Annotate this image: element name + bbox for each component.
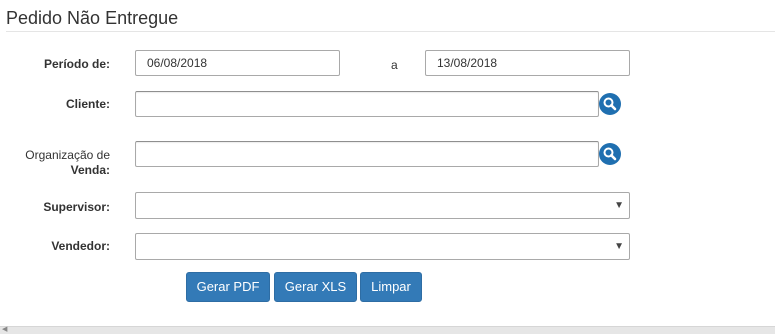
title-divider xyxy=(6,31,775,32)
limpar-button[interactable]: Limpar xyxy=(360,272,422,302)
supervisor-select[interactable]: ▼ xyxy=(135,192,630,219)
organizacao-label-line1: Organização de xyxy=(25,148,110,162)
cliente-label: Cliente: xyxy=(65,97,110,111)
search-icon[interactable] xyxy=(599,143,621,165)
chevron-down-icon: ▼ xyxy=(614,241,624,252)
vendedor-select[interactable]: ▼ xyxy=(135,233,630,260)
periodo-label: Período de: xyxy=(43,57,110,71)
supervisor-label: Supervisor: xyxy=(43,200,110,214)
search-icon[interactable] xyxy=(599,93,621,115)
horizontal-scrollbar[interactable]: ◀ xyxy=(0,326,775,334)
organizacao-input[interactable] xyxy=(135,141,599,167)
gerar-pdf-button[interactable]: Gerar PDF xyxy=(186,272,270,302)
arrow-left-icon[interactable]: ◀ xyxy=(2,326,7,334)
page-title: Pedido Não Entregue xyxy=(6,8,179,28)
periodo-de-input[interactable]: 06/08/2018 xyxy=(135,50,340,76)
periodo-ate-input[interactable]: 13/08/2018 xyxy=(425,50,630,76)
vendedor-label: Vendedor: xyxy=(51,239,110,253)
organizacao-label-line2: Venda: xyxy=(70,163,110,177)
cliente-input[interactable] xyxy=(135,91,599,117)
gerar-xls-button[interactable]: Gerar XLS xyxy=(274,272,357,302)
periodo-separator: a xyxy=(391,58,398,72)
organizacao-label: Organização de Venda: xyxy=(0,148,110,178)
chevron-down-icon: ▼ xyxy=(614,200,624,211)
